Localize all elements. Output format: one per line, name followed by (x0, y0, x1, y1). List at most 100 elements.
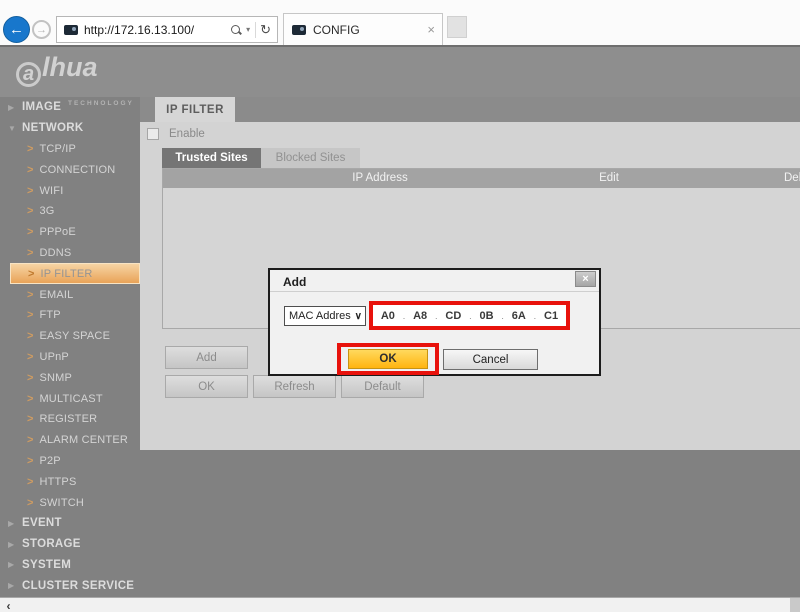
dahua-logo: alhua TECHNOLOGY (16, 54, 98, 87)
sidebar-item-label: FTP (39, 309, 60, 321)
back-arrow-icon: ← (9, 21, 24, 38)
sidebar-item-snmp[interactable]: > SNMP (0, 367, 140, 388)
mac-octet-4[interactable]: 0B (479, 310, 493, 322)
add-button[interactable]: Add (165, 346, 248, 369)
scrollbar-thumb[interactable] (17, 598, 790, 612)
mac-address-input[interactable]: A0 . A8 . CD . 0B . 6A . C1 (373, 305, 566, 326)
address-divider (255, 22, 256, 38)
search-caret-icon[interactable]: ▾ (246, 25, 250, 34)
dialog-close-button[interactable]: × (575, 271, 596, 287)
sidebar-item-cluster-service[interactable]: ▶ CLUSTER SERVICE (0, 575, 140, 596)
site-favicon-icon (64, 25, 78, 35)
mac-octet-3[interactable]: CD (445, 310, 461, 322)
sidebar-item-network[interactable]: ▼ NETWORK (0, 118, 140, 139)
sidebar-item-label: SWITCH (39, 497, 84, 509)
sidebar-item-wifi[interactable]: > WIFI (0, 180, 140, 201)
table-header: IP Address Edit Delete (163, 169, 800, 188)
tab-title: CONFIG (313, 23, 427, 37)
dialog-cancel-button[interactable]: Cancel (443, 349, 538, 370)
sidebar-item-storage[interactable]: ▶ STORAGE (0, 534, 140, 555)
sidebar-menu: ▶ IMAGE ▼ NETWORK > TCP/IP > CONNECTION … (0, 97, 140, 597)
sidebar-item-event[interactable]: ▶ EVENT (0, 513, 140, 534)
tab-trusted-sites[interactable]: Trusted Sites (162, 148, 261, 168)
sub-arrow-icon: > (27, 393, 33, 405)
default-button[interactable]: Default (341, 375, 424, 398)
refresh-icon[interactable]: ↻ (260, 22, 271, 38)
mac-octet-5[interactable]: 6A (512, 310, 526, 322)
sidebar-item-upnp[interactable]: > UPnP (0, 347, 140, 368)
address-bar[interactable]: http://172.16.13.100/ ▾ ↻ (56, 16, 278, 43)
forward-button[interactable]: → (32, 20, 51, 39)
sidebar-item-label: IP FILTER (40, 268, 92, 280)
sidebar-item-https[interactable]: > HTTPS (0, 471, 140, 492)
browser-tab[interactable]: CONFIG × (283, 13, 443, 45)
mac-octet-6[interactable]: C1 (544, 310, 558, 322)
sidebar-item-email[interactable]: > EMAIL (0, 284, 140, 305)
sub-arrow-icon: > (28, 268, 34, 280)
sidebar-item-switch[interactable]: > SWITCH (0, 492, 140, 513)
enable-label: Enable (169, 128, 205, 140)
sidebar-item-label: DDNS (39, 247, 71, 259)
sub-arrow-icon: > (27, 289, 33, 301)
sidebar-item-register[interactable]: > REGISTER (0, 409, 140, 430)
search-icon[interactable] (230, 24, 242, 36)
chevron-left-icon: ‹ (7, 599, 11, 612)
sidebar-item-system[interactable]: ▶ SYSTEM (0, 555, 140, 576)
collapsed-arrow-icon: ▶ (0, 560, 22, 569)
sidebar-item-tcpip[interactable]: > TCP/IP (0, 139, 140, 160)
refresh-button[interactable]: Refresh (253, 375, 336, 398)
sub-arrow-icon: > (27, 351, 33, 363)
sub-arrow-icon: > (27, 330, 33, 342)
chevron-down-icon: ∨ (355, 311, 365, 322)
add-dialog: Add × MAC Addres ∨ A0 . A8 . CD . 0B . 6… (268, 268, 601, 376)
mac-separator: . (534, 311, 537, 321)
dialog-titlebar (270, 270, 599, 292)
sidebar-item-multicast[interactable]: > MULTICAST (0, 388, 140, 409)
sidebar-item-label: SNMP (39, 372, 72, 384)
sidebar-item-ddns[interactable]: > DDNS (0, 243, 140, 264)
back-button[interactable]: ← (3, 16, 30, 43)
sidebar-item-easy-space[interactable]: > EASY SPACE (0, 326, 140, 347)
mac-separator: . (501, 311, 504, 321)
sidebar-item-label: EMAIL (39, 289, 73, 301)
url-text[interactable]: http://172.16.13.100/ (84, 23, 230, 37)
horizontal-scrollbar[interactable]: ‹ (0, 597, 800, 612)
forward-arrow-icon: → (36, 24, 47, 36)
close-icon: × (582, 273, 588, 285)
mac-separator: . (469, 311, 472, 321)
mac-octet-1[interactable]: A0 (381, 310, 395, 322)
sidebar-item-ip-filter[interactable]: > IP FILTER (10, 263, 140, 284)
sidebar-item-3g[interactable]: > 3G (0, 201, 140, 222)
logo-circle-a: a (16, 62, 41, 87)
page-tab-ip-filter[interactable]: IP FILTER (155, 97, 235, 122)
collapsed-arrow-icon: ▶ (0, 519, 22, 528)
sidebar-item-label: IMAGE (22, 101, 61, 113)
dialog-ok-button[interactable]: OK (348, 349, 428, 369)
sidebar-item-ftp[interactable]: > FTP (0, 305, 140, 326)
sidebar-item-alarm-center[interactable]: > ALARM CENTER (0, 430, 140, 451)
sidebar-item-label: HTTPS (39, 476, 76, 488)
tab-blocked-sites[interactable]: Blocked Sites (261, 148, 360, 168)
sidebar-item-label: SYSTEM (22, 559, 71, 571)
sidebar-item-label: PPPoE (39, 226, 75, 238)
enable-checkbox[interactable] (147, 128, 159, 140)
sidebar-item-p2p[interactable]: > P2P (0, 451, 140, 472)
sidebar-item-label: EVENT (22, 517, 62, 529)
sub-arrow-icon: > (27, 226, 33, 238)
mac-octet-2[interactable]: A8 (413, 310, 427, 322)
scroll-left-button[interactable]: ‹ (0, 598, 17, 612)
sub-arrow-icon: > (27, 185, 33, 197)
tab-close-icon[interactable]: × (427, 22, 435, 37)
column-delete: Delete (784, 169, 800, 188)
sidebar-item-pppoe[interactable]: > PPPoE (0, 222, 140, 243)
sidebar-item-image[interactable]: ▶ IMAGE (0, 97, 140, 118)
ok-button[interactable]: OK (165, 375, 248, 398)
collapsed-arrow-icon: ▶ (0, 103, 22, 112)
new-tab-button[interactable] (447, 16, 467, 38)
sidebar-item-connection[interactable]: > CONNECTION (0, 159, 140, 180)
address-type-select[interactable]: MAC Addres ∨ (284, 306, 366, 326)
sidebar-item-label: P2P (39, 455, 60, 467)
sidebar-item-label: TCP/IP (39, 143, 76, 155)
sidebar-item-label: UPnP (39, 351, 69, 363)
column-ip-address: IP Address (163, 169, 597, 188)
